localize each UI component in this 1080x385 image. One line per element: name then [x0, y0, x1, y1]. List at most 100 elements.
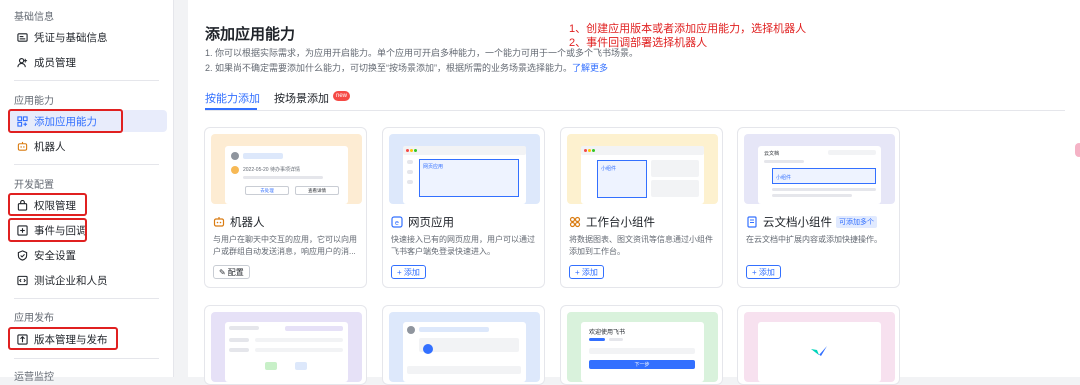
robot-icon: [16, 140, 28, 152]
sidebar-divider: [14, 164, 159, 165]
sidebar-item-label: 安全设置: [34, 249, 76, 262]
widget-preview-frame: 小组件: [597, 160, 647, 198]
widget-preview-panel: 小组件: [581, 146, 704, 204]
sidebar-item-test[interactable]: 测试企业和人员: [8, 269, 167, 291]
sidebar-item-robot[interactable]: 机器人: [8, 135, 167, 157]
sidebar-divider: [14, 80, 159, 81]
credential-icon: [16, 31, 28, 43]
card-title-text: 机器人: [230, 217, 265, 229]
sidebar-item-members[interactable]: 成员管理: [8, 51, 167, 73]
description-line-2-text: 2. 如果尚不确定需要添加什么能力，可切换至“按场景添加”，根据所需的业务场景选…: [205, 63, 573, 73]
sidebar-item-label: 测试企业和人员: [34, 274, 108, 287]
sidebar-item-label: 凭证与基础信息: [34, 31, 108, 44]
feishu-logo-icon: [810, 344, 828, 363]
row2-preview-panel: [225, 322, 348, 382]
widget-preview-label: 小组件: [601, 166, 617, 172]
web-icon: e: [391, 216, 403, 228]
welcome-text: 欢迎使用飞书: [589, 330, 626, 336]
row2-preview-panel: 欢迎使用飞书 下一步: [581, 322, 704, 382]
widget-preview: 小组件: [567, 134, 718, 204]
doc-widget-preview-panel: 云文档 小组件: [758, 146, 881, 204]
capability-card-workbench-widget[interactable]: 小组件 工作台小组件 将数据图表、图文资讯等信息通过小组件添加到工作台。 + 添…: [560, 127, 723, 288]
web-app-preview-frame: 网页应用: [419, 159, 519, 197]
row2-preview-2: [389, 312, 540, 382]
main-content: 添加应用能力 1. 你可以根据实际需求，为应用开启能力。单个应用可开启多种能力，…: [188, 0, 1080, 385]
sidebar-item-security[interactable]: 安全设置: [8, 244, 167, 266]
section-app-publish: 应用发布: [14, 313, 54, 324]
section-dev-config: 开发配置: [14, 180, 54, 191]
capability-card-row2-3[interactable]: 欢迎使用飞书 下一步: [560, 305, 723, 385]
robot-icon: [213, 216, 225, 228]
section-ops-monitor: 运营监控: [14, 372, 54, 383]
active-tab-indicator: [205, 108, 257, 110]
capability-card-row2-4[interactable]: [737, 305, 900, 385]
card-title-robot: 机器人: [213, 214, 265, 230]
annotation-line-2: 2、事件回调部署选择机器人: [569, 37, 708, 49]
doc-preview-frame: 小组件: [772, 168, 876, 184]
add-web-app-button[interactable]: + 添加: [391, 265, 426, 279]
capability-card-row2-1[interactable]: [204, 305, 367, 385]
configure-button[interactable]: ✎ 配置: [213, 265, 250, 279]
new-badge: new: [333, 91, 350, 101]
configure-button-label: 配置: [227, 267, 244, 277]
tab-by-capability[interactable]: 按能力添加: [205, 90, 260, 106]
capability-card-web-app[interactable]: 网页应用 e 网页应用 快速接入已有的网页应用，用户可以通过飞书客户端免登录快速…: [382, 127, 545, 288]
section-basic-info: 基础信息: [14, 12, 54, 23]
widget-icon: [569, 216, 581, 228]
doc-preview-title: 云文档: [764, 151, 780, 157]
multi-add-badge: 可添加多个: [836, 216, 877, 228]
page-title: 添加应用能力: [205, 26, 296, 43]
capability-card-doc-widget[interactable]: 云文档 小组件 云文档小组件 可添加多个 在云文档中扩展内容或添加快捷操作。 +…: [737, 127, 900, 288]
web-app-preview-panel: 网页应用: [403, 146, 526, 204]
edit-icon: ✎: [219, 267, 226, 277]
sidebar-item-credentials[interactable]: 凭证与基础信息: [8, 26, 167, 48]
sidebar: 基础信息 凭证与基础信息 成员管理 应用能力 添加应用能力 机器人 开发配置 权…: [0, 0, 174, 383]
floating-handle[interactable]: [1075, 143, 1080, 157]
doc-icon: [746, 216, 758, 228]
doc-widget-preview: 云文档 小组件: [744, 134, 895, 204]
card-title-text: 云文档小组件: [763, 217, 832, 229]
row2-preview-1: [211, 312, 362, 382]
highlight-add-capability: [8, 109, 123, 133]
card-title-text: 网页应用: [408, 217, 454, 229]
row2-preview-panel: [403, 322, 526, 382]
card-title-doc-widget: 云文档小组件 可添加多个: [746, 214, 877, 230]
card-desc-widget: 将数据图表、图文资讯等信息通过小组件添加到工作台。: [569, 235, 713, 256]
row2-preview-panel: [758, 322, 881, 382]
sidebar-item-label: 成员管理: [34, 56, 76, 69]
web-app-preview: 网页应用: [389, 134, 540, 204]
svg-text:e: e: [395, 220, 399, 227]
sidebar-item-label: 机器人: [34, 140, 66, 153]
card-desc-robot: 与用户在聊天中交互的应用，它可以向用户或群组自动发送消息，响应用户的消...: [213, 235, 357, 256]
card-title-text: 工作台小组件: [586, 217, 655, 229]
highlight-publish: [8, 327, 118, 350]
tabs-divider: [205, 110, 1065, 111]
member-icon: [16, 56, 28, 68]
row2-preview-3: 欢迎使用飞书 下一步: [567, 312, 718, 382]
robot-preview-btn-1: 去处理: [245, 186, 289, 195]
robot-preview: 2022-05-20 待办事项详情 去处理 查看详情: [211, 134, 362, 204]
sidebar-divider: [14, 298, 159, 299]
sidebar-divider: [14, 358, 159, 359]
card-desc-web-app: 快速接入已有的网页应用，用户可以通过飞书客户端免登录快速进入。: [391, 235, 535, 256]
add-doc-widget-button[interactable]: + 添加: [746, 265, 781, 279]
shield-icon: [16, 249, 28, 261]
robot-preview-btn-2: 查看详情: [295, 186, 339, 195]
row2-preview-4: [744, 312, 895, 382]
robot-preview-date: 2022-05-20 待办事项详情: [243, 167, 300, 173]
card-title-web-app: e 网页应用: [391, 214, 454, 230]
tab-by-scenario[interactable]: 按场景添加: [274, 90, 329, 106]
test-icon: [16, 274, 28, 286]
doc-preview-label: 小组件: [776, 175, 792, 181]
section-app-capability: 应用能力: [14, 96, 54, 107]
highlight-events: [8, 218, 87, 242]
web-app-preview-label: 网页应用: [423, 164, 444, 170]
add-widget-button[interactable]: + 添加: [569, 265, 604, 279]
learn-more-link[interactable]: 了解更多: [572, 63, 608, 73]
preview-next-button: 下一步: [589, 360, 695, 369]
description-line-2: 2. 如果尚不确定需要添加什么能力，可切换至“按场景添加”，根据所需的业务场景选…: [205, 61, 608, 74]
capability-card-robot[interactable]: 2022-05-20 待办事项详情 去处理 查看详情 机器人 与用户在聊天中交互…: [204, 127, 367, 288]
robot-preview-panel: 2022-05-20 待办事项详情 去处理 查看详情: [225, 146, 348, 204]
capability-card-row2-2[interactable]: [382, 305, 545, 385]
card-title-widget: 工作台小组件: [569, 214, 655, 230]
